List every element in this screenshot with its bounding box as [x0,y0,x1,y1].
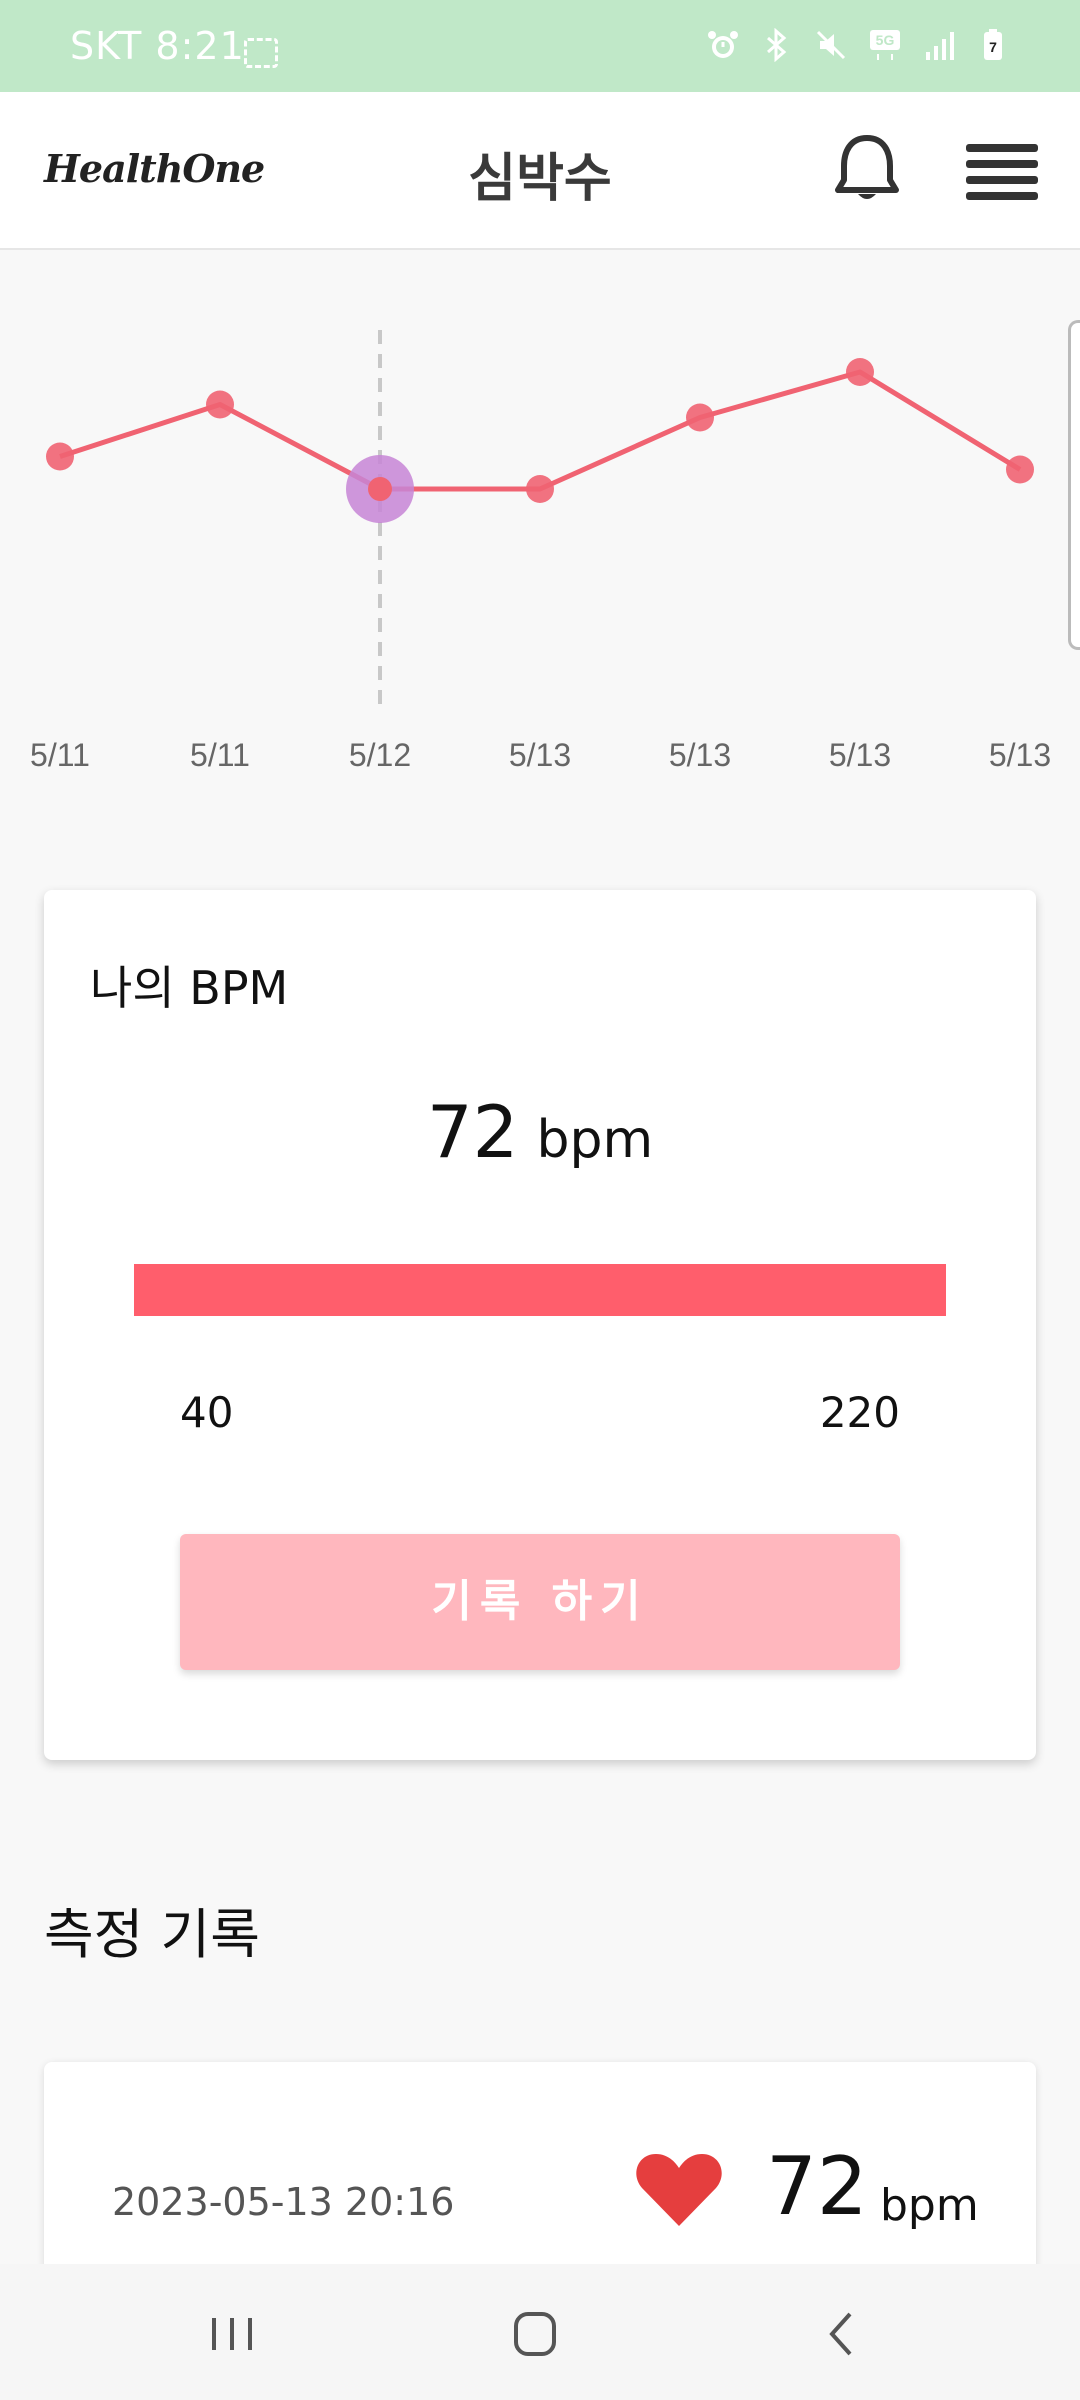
clock: 8:21 [155,24,245,68]
page-title: 심박수 [468,149,612,209]
data-point [686,403,714,432]
data-point [526,475,554,503]
x-tick-label: 5/13 [509,737,571,773]
screenshot-indicator-icon [244,38,278,68]
system-nav-bar [0,2264,1080,2400]
history-item-date: 2023-05-13 20:16 [112,2180,455,2224]
recent-apps-icon[interactable] [198,2304,268,2364]
history-item-unit: bpm [880,2180,979,2231]
x-tick-label: 5/12 [349,737,411,773]
x-tick-label: 5/13 [669,737,731,773]
bpm-range-bar [134,1264,946,1316]
battery-level: 7 [989,39,997,55]
data-point [846,358,874,386]
bpm-readout: 72 bpm [44,1090,1036,1174]
bpm-range-bar-fill [134,1264,946,1316]
range-min-label: 40 [180,1388,234,1437]
bell-icon[interactable] [832,132,902,206]
x-tick-label: 5/11 [190,737,250,773]
history-title: 측정 기록 [44,1903,260,1966]
status-bar: SKT 8:21 5G 7 [0,0,1080,92]
bpm-value: 72 [426,1090,519,1174]
app-header: HealthOne 심박수 [0,92,1080,250]
carrier-label: SKT [70,24,143,68]
chart-side-handle[interactable] [1068,320,1080,650]
signal-icon [926,32,954,60]
data-point [206,390,234,419]
data-point [368,477,392,501]
mute-icon [816,30,846,60]
x-tick-label: 5/11 [30,737,90,773]
status-carrier-time: SKT 8:21 [70,24,245,68]
5g-icon: 5G [870,30,900,60]
history-item-value: 72 [766,2140,868,2233]
heart-rate-line-chart[interactable]: 5/11 5/11 5/12 5/13 5/13 5/13 5/13 [0,250,1080,844]
x-tick-label: 5/13 [989,737,1051,773]
back-icon[interactable] [806,2304,876,2364]
heart-rate-chart: 5/11 5/11 5/12 5/13 5/13 5/13 5/13 [0,250,1080,844]
data-point [1006,455,1034,484]
status-icons: 5G 7 [706,28,1010,62]
heart-icon [636,2154,722,2226]
x-tick-label: 5/13 [829,737,891,773]
home-icon[interactable] [500,2304,570,2364]
bluetooth-icon [767,28,787,62]
history-list-item[interactable]: 2023-05-13 20:16 72 bpm [44,2062,1036,2282]
range-max-label: 220 [819,1388,900,1437]
data-point [46,442,74,471]
battery-icon: 7 [984,29,1002,60]
record-button[interactable]: 기록 하기 [180,1534,900,1670]
measurement-history: 측정 기록 2023-05-13 20:16 72 bpm [0,1804,1080,2282]
bpm-card-title: 나의 BPM [90,961,289,1015]
bpm-card: 나의 BPM 72 bpm 40 220 기록 하기 [44,890,1036,1760]
series-line [59,369,1022,492]
svg-text:5G: 5G [876,32,895,48]
menu-icon[interactable] [966,144,1038,200]
alarm-icon [708,31,738,58]
bpm-unit: bpm [536,1110,654,1170]
